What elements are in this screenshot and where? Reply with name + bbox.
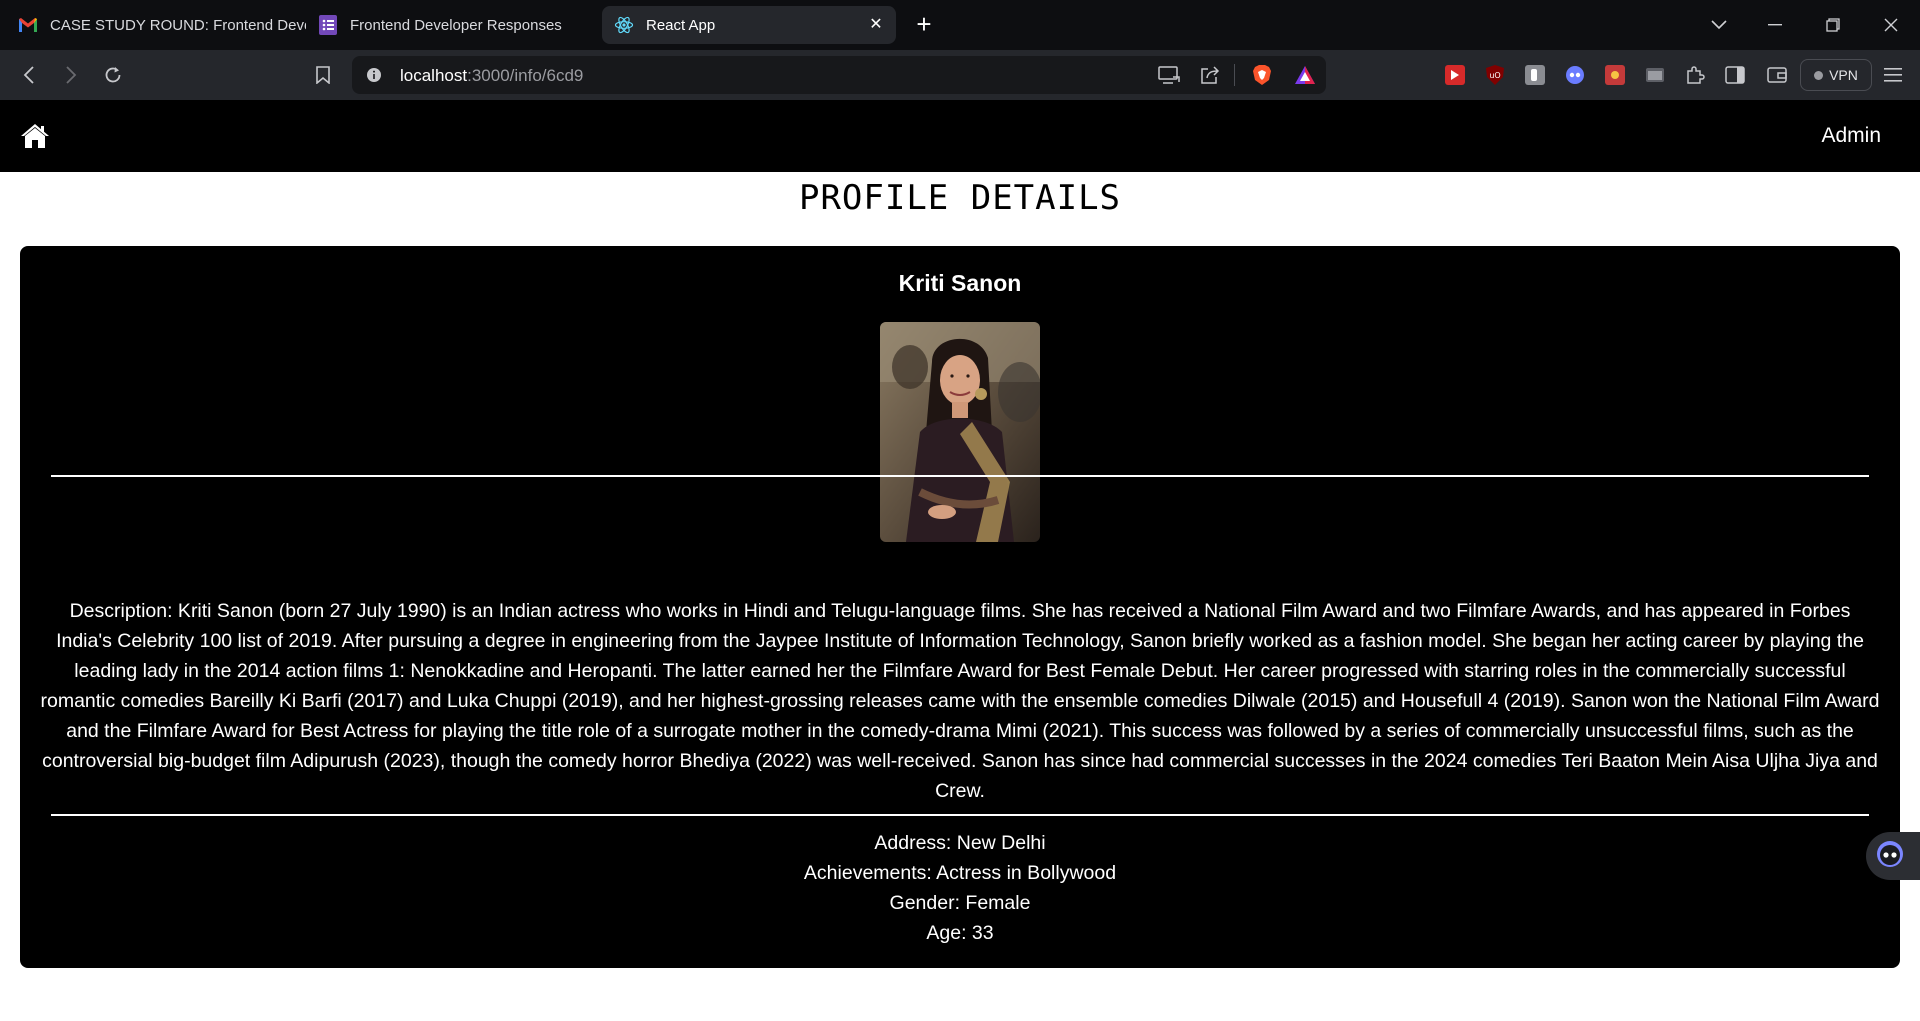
menu-icon[interactable] (1880, 62, 1906, 88)
bot-icon (1876, 840, 1904, 873)
cast-icon[interactable] (1158, 66, 1180, 89)
home-icon[interactable] (20, 122, 50, 150)
wallet-icon[interactable] (1764, 62, 1790, 88)
extensions-puzzle-icon[interactable] (1682, 62, 1708, 88)
svg-text:uO: uO (1489, 71, 1500, 80)
profile-achievements: Achievements: Actress in Bollywood (803, 862, 1117, 884)
new-tab-button[interactable]: + (910, 11, 938, 39)
extension-hand-icon[interactable] (1522, 62, 1548, 88)
divider-bottom (51, 814, 1869, 816)
profile-name: Kriti Sanon (898, 270, 1022, 296)
close-window-icon[interactable] (1878, 12, 1904, 38)
vpn-label: VPN (1829, 67, 1858, 83)
tab-frontend-responses[interactable]: Frontend Developer Responses (306, 6, 602, 44)
app-navbar: Admin (0, 100, 1920, 172)
minimize-icon[interactable] (1762, 12, 1788, 38)
bookmark-icon[interactable] (310, 62, 336, 88)
vpn-button[interactable]: VPN (1800, 59, 1872, 91)
profile-address: Address: New Delhi (874, 832, 1046, 854)
reload-icon[interactable] (100, 62, 126, 88)
tab-react-app[interactable]: React App ✕ (602, 6, 896, 44)
ublock-icon[interactable]: uO (1482, 62, 1508, 88)
profile-facts: Address: New Delhi Achievements: Actress… (20, 828, 1900, 948)
vpn-status-dot (1814, 70, 1824, 80)
browser-toolbar: localhost:3000/info/6cd9 uO VPN (0, 50, 1920, 100)
url-text[interactable]: localhost:3000/info/6cd9 (400, 66, 583, 86)
share-icon[interactable] (1200, 65, 1220, 90)
sidebar-toggle-icon[interactable] (1722, 62, 1748, 88)
profile-description: Description: Kriti Sanon (born 27 July 1… (40, 600, 1880, 802)
tab-title: CASE STUDY ROUND: Frontend Deve (50, 16, 306, 34)
profile-gender: Gender: Female (889, 892, 1031, 914)
extension-red-icon[interactable] (1442, 62, 1468, 88)
extension-bug-icon[interactable] (1602, 62, 1628, 88)
forms-icon (318, 15, 338, 35)
assistant-bot-button[interactable] (1866, 832, 1920, 880)
address-bar[interactable]: localhost:3000/info/6cd9 (352, 56, 1326, 94)
restore-icon[interactable] (1820, 12, 1846, 38)
profile-age: Age: 33 (926, 922, 994, 944)
brave-rewards-icon[interactable] (1294, 65, 1316, 90)
tab-case-study[interactable]: CASE STUDY ROUND: Frontend Deve (6, 6, 306, 44)
admin-link[interactable]: Admin (1821, 124, 1881, 148)
brave-shields-icon[interactable] (1252, 64, 1272, 91)
browser-tab-bar: CASE STUDY ROUND: Frontend Deve Frontend… (0, 0, 1920, 50)
profile-card: Kriti Sanon Description: Kriti Sanon (bo… (20, 246, 1900, 968)
extension-bot-icon[interactable] (1562, 62, 1588, 88)
site-info-icon[interactable] (366, 67, 382, 88)
react-icon (614, 15, 634, 35)
extension-window-icon[interactable] (1642, 62, 1668, 88)
back-icon[interactable] (16, 62, 42, 88)
gmail-icon (18, 15, 38, 35)
profile-photo (880, 322, 1040, 542)
forward-icon[interactable] (58, 62, 84, 88)
page-title: PROFILE DETAILS (798, 178, 1122, 218)
divider-top (51, 475, 1869, 477)
tab-search-chevron-icon[interactable] (1706, 12, 1732, 38)
tab-title: Frontend Developer Responses (350, 16, 562, 34)
divider (1234, 64, 1235, 86)
close-tab-icon[interactable]: ✕ (866, 15, 886, 35)
tab-title: React App (646, 16, 716, 34)
